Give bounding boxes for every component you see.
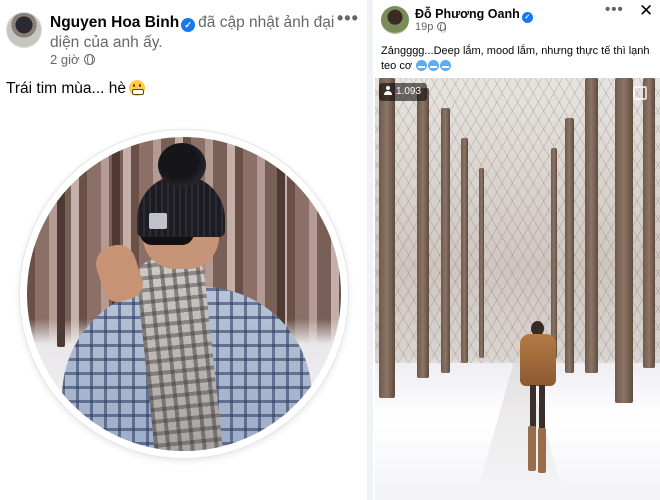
author-name[interactable]: Nguyen Hoa Binh [50, 14, 179, 31]
tree-trunk [615, 78, 633, 403]
cold-face-icon [428, 60, 440, 71]
author-avatar[interactable] [381, 6, 409, 34]
expand-icon[interactable] [633, 86, 647, 100]
post-photo[interactable]: 1.093 [375, 78, 660, 500]
verified-badge-icon: ✓ [181, 18, 196, 32]
profile-picture-frame[interactable] [20, 130, 348, 458]
post-header-text: Nguyen Hoa Binh ✓ đã cập nhật ảnh đại diện… [50, 13, 335, 53]
boots [528, 426, 536, 471]
post-caption: Trái tim mùa... hè [6, 80, 146, 98]
profile-photo [27, 137, 341, 451]
post-timestamp[interactable]: 19p [415, 21, 447, 33]
left-post: Nguyen Hoa Binh ✓ đã cập nhật ảnh đại diện… [0, 0, 367, 500]
background-tree [57, 147, 65, 347]
woman-figure [518, 321, 558, 473]
view-count-badge: 1.093 [379, 83, 428, 101]
globe-icon [83, 54, 95, 65]
cold-face-icon [440, 60, 452, 71]
tree-trunk [565, 118, 574, 373]
author-name[interactable]: Đỗ Phương Oanh [415, 7, 520, 21]
view-count: 1.093 [396, 86, 422, 97]
author-avatar[interactable] [6, 12, 42, 48]
post-caption: Zảngggg...Deep lắm, mood lắm, nhưng thực… [381, 44, 653, 74]
more-options-button[interactable]: ••• [337, 8, 359, 29]
hat-label [149, 213, 167, 229]
timestamp-text: 19p [415, 21, 434, 33]
tree-trunk [379, 78, 395, 398]
timestamp-text: 2 giờ [50, 52, 80, 67]
tree-trunk [441, 108, 450, 373]
globe-icon [437, 22, 447, 33]
tree-trunk [417, 88, 429, 378]
tree-trunk [585, 78, 598, 373]
grimacing-face-icon [129, 80, 146, 96]
caption-text: Trái tim mùa... hè [6, 80, 127, 97]
right-post: Đỗ Phương Oanh ✓ 19p ••• ✕ Zảngggg...Deep… [373, 0, 660, 500]
person-icon [384, 86, 392, 95]
tree-trunk [461, 138, 468, 363]
pom-pom [158, 143, 206, 187]
cold-face-icon [416, 60, 428, 71]
fur-vest [520, 334, 556, 386]
close-icon[interactable]: ✕ [639, 1, 653, 21]
post-timestamp[interactable]: 2 giờ [50, 52, 95, 67]
legs [530, 385, 536, 429]
tree-trunk [643, 78, 655, 368]
tree-trunk [479, 168, 484, 358]
verified-badge-icon: ✓ [521, 12, 533, 23]
more-options-button[interactable]: ••• [605, 1, 624, 18]
